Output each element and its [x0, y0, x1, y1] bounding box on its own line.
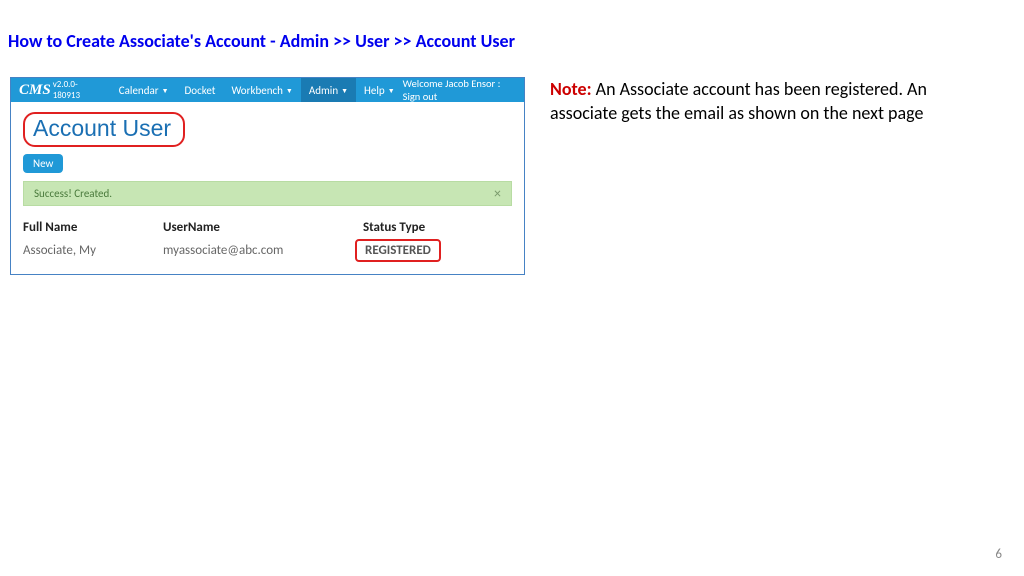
- col-header-status: Status Type: [363, 220, 493, 235]
- col-header-username: UserName: [163, 220, 363, 235]
- slide-title: How to Create Associate's Account - Admi…: [0, 0, 1024, 52]
- chevron-down-icon: ▼: [162, 86, 169, 95]
- crumb-admin: Admin: [280, 30, 329, 52]
- nav-version: v2.0.0-180913: [53, 79, 97, 101]
- table-header: Full Name UserName Status Type: [23, 220, 512, 235]
- nav-workbench[interactable]: Workbench ▼: [223, 78, 300, 102]
- cell-username: myassociate@abc.com: [163, 243, 363, 258]
- success-alert: Success! Created. ×: [23, 181, 512, 206]
- nav-calendar-label: Calendar: [119, 84, 159, 97]
- nav-bar: CMS v2.0.0-180913 Calendar▼ Docket Workb…: [11, 78, 524, 102]
- note-text: Note: An Associate account has been regi…: [550, 77, 990, 275]
- alert-text: Success! Created.: [34, 187, 112, 200]
- note-label: Note:: [550, 78, 592, 100]
- cell-status: REGISTERED: [363, 239, 493, 262]
- nav-help[interactable]: Help▼: [356, 78, 403, 102]
- heading-highlight: Account User: [23, 112, 185, 147]
- nav-brand: CMS: [19, 82, 51, 99]
- note-body: An Associate account has been registered…: [550, 78, 927, 124]
- crumb-user: User: [355, 30, 389, 52]
- page-heading: Account User: [33, 115, 171, 142]
- nav-calendar[interactable]: Calendar▼: [111, 78, 177, 102]
- nav-docket[interactable]: Docket: [177, 78, 224, 102]
- app-screenshot: CMS v2.0.0-180913 Calendar▼ Docket Workb…: [10, 77, 525, 275]
- chevron-down-icon: ▼: [388, 86, 395, 95]
- nav-welcome[interactable]: Welcome Jacob Ensor : Sign out: [403, 77, 516, 103]
- crumb-sep1: >>: [329, 30, 355, 52]
- title-prefix: How to Create Associate's Account -: [8, 30, 280, 52]
- crumb-sep2: >>: [389, 30, 415, 52]
- chevron-down-icon: ▼: [341, 86, 348, 95]
- nav-admin[interactable]: Admin▼: [301, 78, 356, 102]
- close-icon[interactable]: ×: [494, 185, 501, 202]
- status-badge: REGISTERED: [355, 239, 441, 262]
- nav-admin-label: Admin: [309, 84, 338, 97]
- page-number: 6: [995, 547, 1002, 562]
- new-button[interactable]: New: [23, 154, 63, 173]
- nav-docket-label: Docket: [185, 84, 216, 97]
- user-table: Full Name UserName Status Type Associate…: [23, 220, 512, 262]
- chevron-down-icon: ▼: [286, 86, 293, 95]
- col-header-name: Full Name: [23, 220, 163, 235]
- crumb-account-user: Account User: [416, 30, 515, 52]
- table-row: Associate, My myassociate@abc.com REGIST…: [23, 239, 512, 262]
- nav-help-label: Help: [364, 84, 385, 97]
- cell-fullname: Associate, My: [23, 243, 163, 258]
- nav-workbench-label: Workbench: [231, 84, 282, 97]
